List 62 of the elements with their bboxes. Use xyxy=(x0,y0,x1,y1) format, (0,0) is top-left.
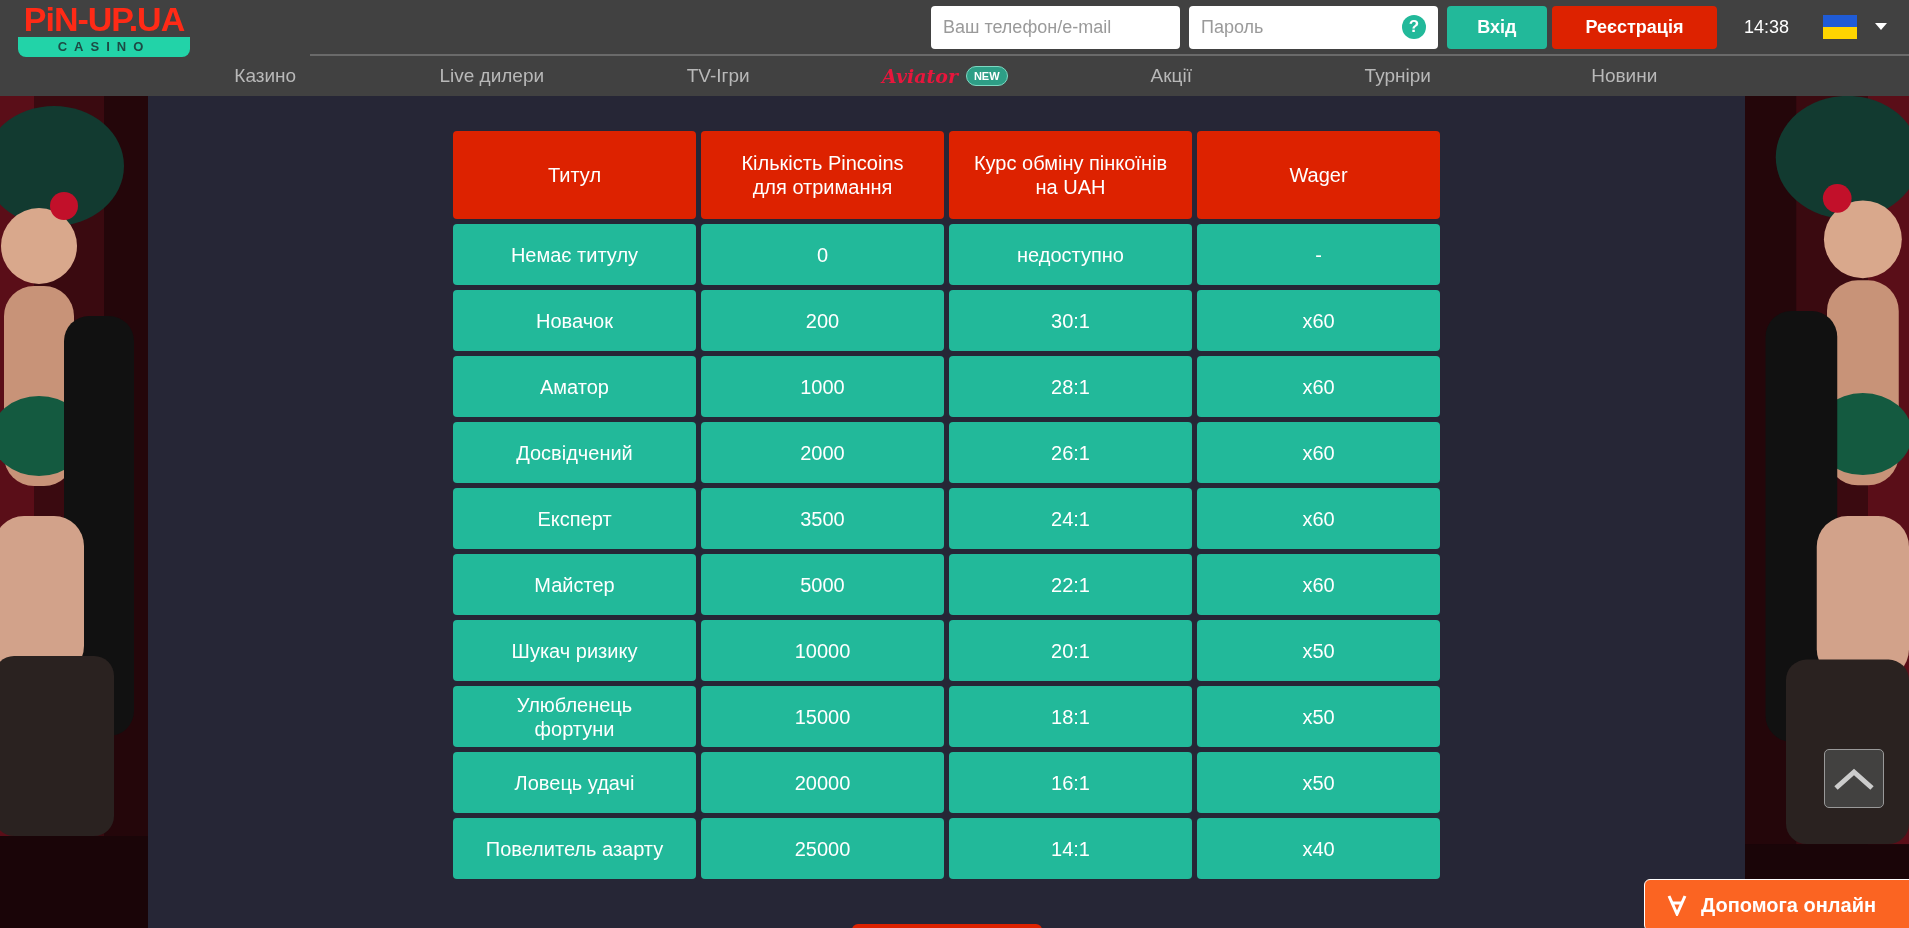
table-cell: Ловець удачі xyxy=(453,752,696,813)
flag-icon[interactable] xyxy=(1823,15,1857,39)
nav-link[interactable]: Live дилери xyxy=(439,65,545,87)
new-badge: NEW xyxy=(965,66,1008,86)
table-cell: 25000 xyxy=(701,818,944,879)
table-cell: x60 xyxy=(1197,356,1440,417)
table-cell: 3500 xyxy=(701,488,944,549)
table-cell: x40 xyxy=(1197,818,1440,879)
phone-email-field[interactable]: Ваш телефон/e-mail xyxy=(930,5,1180,49)
table-cell: x50 xyxy=(1197,752,1440,813)
register-button[interactable]: Реєстрація xyxy=(1551,5,1717,49)
column-header: Wager xyxy=(1197,131,1440,219)
nav-link[interactable]: Новини xyxy=(1591,65,1658,87)
table-cell: недоступно xyxy=(949,224,1192,285)
nav-link[interactable]: Казино xyxy=(234,65,297,87)
table-cell: 14:1 xyxy=(949,818,1192,879)
table-cell: Аматор xyxy=(453,356,696,417)
table-cell: 24:1 xyxy=(949,488,1192,549)
table-cell: x60 xyxy=(1197,290,1440,351)
table-cell: 26:1 xyxy=(949,422,1192,483)
table-cell: Досвідчений xyxy=(453,422,696,483)
table-cell: Повелитель азарту xyxy=(453,818,696,879)
chat-logo-icon xyxy=(1667,894,1687,916)
column-header: Кількість Pincoins для отримання xyxy=(701,131,944,219)
table-cell: 20000 xyxy=(701,752,944,813)
table-cell: 16:1 xyxy=(949,752,1192,813)
table-cell: 30:1 xyxy=(949,290,1192,351)
table-cell: 1000 xyxy=(701,356,944,417)
table-cell: 2000 xyxy=(701,422,944,483)
table-cell: Новачок xyxy=(453,290,696,351)
table-cell: x60 xyxy=(1197,554,1440,615)
table-cell: Експерт xyxy=(453,488,696,549)
table-cell: 28:1 xyxy=(949,356,1192,417)
scroll-up-button[interactable] xyxy=(1824,749,1884,808)
help-chat-button[interactable]: Допомога онлайн xyxy=(1644,879,1909,928)
table-cell: 5000 xyxy=(701,554,944,615)
table-cell: 10000 xyxy=(701,620,944,681)
table-cell: x50 xyxy=(1197,620,1440,681)
chevron-up-icon xyxy=(1834,767,1874,790)
nav-link[interactable]: Турніри xyxy=(1364,65,1431,87)
logo-tagline: CASINO xyxy=(18,37,190,57)
table-cell: x60 xyxy=(1197,422,1440,483)
table-cell: 200 xyxy=(701,290,944,351)
table-cell: x50 xyxy=(1197,686,1440,747)
table-cell: - xyxy=(1197,224,1440,285)
clock: 14:38 xyxy=(1743,16,1789,38)
table-cell: Майстер xyxy=(453,554,696,615)
table-cell: 0 xyxy=(701,224,944,285)
table-cell: Улюбленець фортуни xyxy=(453,686,696,747)
table-cell: x60 xyxy=(1197,488,1440,549)
table-cell: 18:1 xyxy=(949,686,1192,747)
table-cell: 15000 xyxy=(701,686,944,747)
table-cell: Немає титулу xyxy=(453,224,696,285)
column-header: Титул xyxy=(453,131,696,219)
column-header: Курс обміну пінкоїнів на UAH xyxy=(949,131,1192,219)
table-cell: 20:1 xyxy=(949,620,1192,681)
table-cell: 22:1 xyxy=(949,554,1192,615)
nav-link[interactable]: TV-Ігри xyxy=(686,65,750,87)
table-cell: Шукач ризику xyxy=(453,620,696,681)
logo-wordmark[interactable]: PiN-UP.UA xyxy=(18,1,190,37)
caret-icon[interactable] xyxy=(1875,23,1887,31)
nav-link[interactable]: Акції xyxy=(1150,65,1192,87)
